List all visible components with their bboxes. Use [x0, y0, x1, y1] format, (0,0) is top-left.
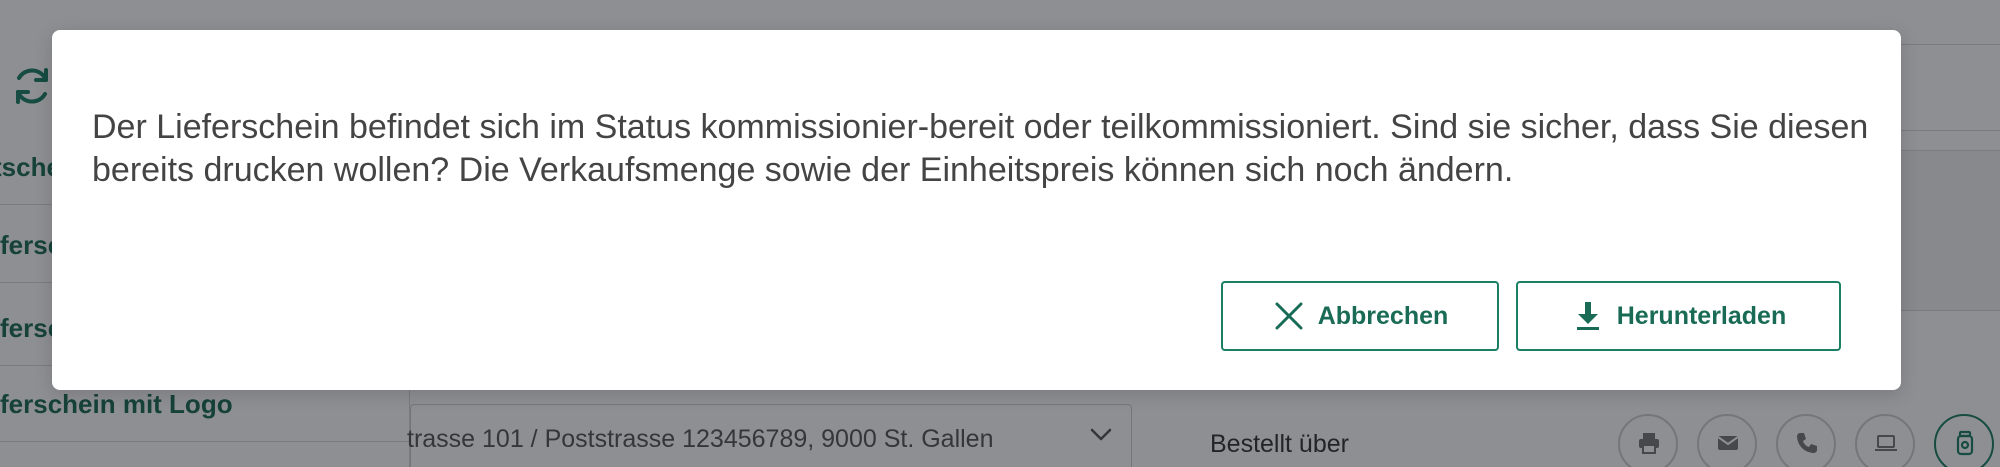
confirm-print-dialog: Der Lieferschein befindet sich im Status… — [52, 30, 1901, 390]
download-button[interactable]: Herunterladen — [1516, 281, 1841, 351]
download-icon — [1576, 302, 1599, 330]
dialog-message: Der Lieferschein befindet sich im Status… — [92, 108, 1869, 189]
close-icon — [1275, 302, 1303, 330]
cancel-button[interactable]: Abbrechen — [1221, 281, 1499, 351]
download-button-label: Herunterladen — [1616, 301, 1787, 330]
cancel-button-label: Abbrechen — [1317, 301, 1449, 330]
